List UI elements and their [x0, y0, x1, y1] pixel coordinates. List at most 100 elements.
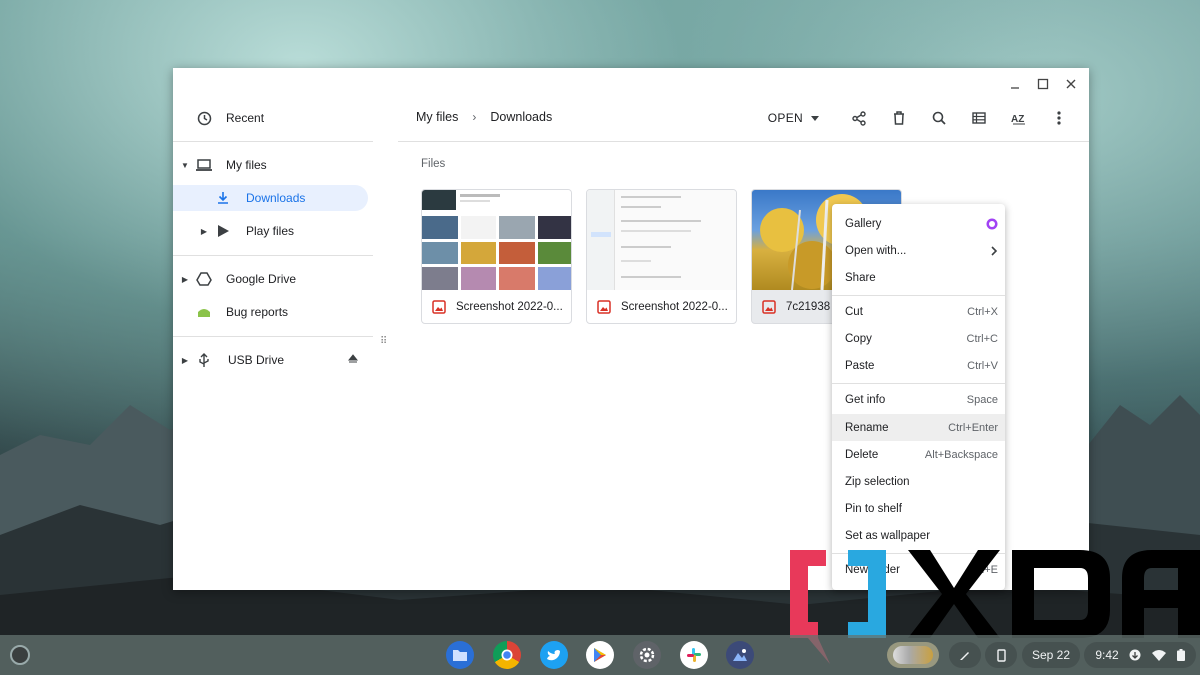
menu-item-pin-to-shelf[interactable]: Pin to shelf: [832, 495, 1005, 522]
shelf-app-play-store[interactable]: [586, 641, 614, 669]
menu-item-zip-selection[interactable]: Zip selection: [832, 468, 1005, 495]
menu-item-label: Open with...: [845, 244, 907, 257]
sidebar: Recent ▼ My files Downloads ▶ Play files: [173, 98, 373, 590]
section-label-files: Files: [421, 158, 446, 170]
shelf-app-chrome[interactable]: [493, 641, 521, 669]
menu-item-shortcut: Space: [966, 393, 998, 406]
file-card[interactable]: Screenshot 2022-0...: [421, 189, 572, 324]
status-tray[interactable]: 9:42: [1084, 642, 1196, 668]
open-label: OPEN: [767, 111, 803, 125]
laptop-icon: [196, 157, 212, 173]
minimize-icon: [1011, 87, 1019, 89]
minimize-button[interactable]: [1005, 74, 1025, 94]
slack-icon: [687, 648, 701, 662]
menu-item-label: Rename: [845, 421, 889, 434]
menu-item-label: Gallery: [845, 217, 882, 230]
chevron-right-icon: ›: [472, 110, 477, 124]
share-button[interactable]: [839, 106, 879, 130]
sidebar-item-label: Google Drive: [226, 272, 297, 286]
phone-hub-button[interactable]: [985, 642, 1017, 668]
window-controls: [1005, 74, 1081, 94]
delete-button[interactable]: [879, 106, 919, 130]
files-icon: [453, 650, 467, 661]
search-button[interactable]: [919, 106, 959, 130]
menu-item-set-as-wallpaper[interactable]: Set as wallpaper: [832, 522, 1005, 549]
sidebar-resize-handle[interactable]: ⠿: [380, 336, 387, 347]
menu-item-get-info[interactable]: Get info Space: [832, 386, 1005, 413]
menu-item-label: Delete: [845, 448, 879, 461]
expand-arrow-icon[interactable]: ▶: [199, 226, 209, 236]
breadcrumb-downloads[interactable]: Downloads: [490, 110, 552, 124]
search-icon: [932, 111, 946, 125]
file-label: Screenshot 2022-0...: [597, 300, 730, 314]
view-toggle-button[interactable]: [959, 106, 999, 130]
svg-text:AZ: AZ: [1011, 114, 1024, 125]
settings-icon: [639, 647, 655, 663]
gallery-icon: [733, 649, 747, 661]
sidebar-item-recent[interactable]: Recent: [173, 105, 368, 131]
more-options-button[interactable]: [1039, 106, 1079, 130]
sidebar-item-bug-reports[interactable]: Bug reports: [173, 299, 368, 325]
launcher-button[interactable]: [10, 645, 30, 665]
close-button[interactable]: [1061, 74, 1081, 94]
menu-item-shortcut: Ctrl+Enter: [948, 421, 998, 434]
menu-item-shortcut: Ctrl+C: [966, 332, 998, 345]
shelf-app-files[interactable]: [446, 641, 474, 669]
eject-icon[interactable]: [347, 353, 359, 367]
menu-item-paste[interactable]: Paste Ctrl+V: [832, 352, 1005, 379]
menu-separator: [832, 383, 1005, 384]
open-button[interactable]: OPEN: [768, 111, 819, 125]
menu-item-open-with[interactable]: Open with...: [832, 237, 1005, 264]
breadcrumb-my-files[interactable]: My files: [416, 110, 458, 124]
gallery-app-icon: [986, 218, 998, 229]
shelf-app-slack[interactable]: [680, 641, 708, 669]
sidebar-item-label: Recent: [226, 111, 265, 125]
expand-arrow-icon[interactable]: ▶: [180, 355, 190, 365]
menu-item-share[interactable]: Share: [832, 264, 1005, 291]
breadcrumb: My files › Downloads: [416, 110, 552, 124]
divider: [173, 255, 373, 256]
pen-icon: [960, 652, 969, 660]
file-thumbnail: [587, 190, 736, 290]
sidebar-item-label: Downloads: [246, 191, 306, 205]
phone-icon: [996, 648, 1006, 662]
holding-space-thumbnails[interactable]: [887, 642, 939, 668]
sidebar-item-label: My files: [226, 158, 267, 172]
date-tray[interactable]: Sep 22: [1022, 642, 1080, 668]
shelf-app-settings[interactable]: [633, 641, 661, 669]
date-label: Sep 22: [1031, 648, 1071, 662]
sidebar-item-downloads[interactable]: Downloads: [173, 185, 368, 211]
expand-arrow-icon[interactable]: ▶: [180, 274, 190, 284]
sidebar-item-my-files[interactable]: ▼ My files: [173, 152, 368, 178]
shelf-app-gallery[interactable]: [726, 641, 754, 669]
twitter-icon: [547, 649, 562, 660]
shelf-app-twitter[interactable]: [540, 641, 568, 669]
menu-item-copy[interactable]: Copy Ctrl+C: [832, 325, 1005, 352]
expand-arrow-icon[interactable]: ▼: [180, 160, 190, 170]
maximize-button[interactable]: [1033, 74, 1053, 94]
context-menu: Gallery Open with... Share Cut Ctrl+X Co…: [832, 204, 1005, 590]
battery-icon: [1176, 649, 1185, 661]
menu-item-cut[interactable]: Cut Ctrl+X: [832, 298, 1005, 325]
sort-button[interactable]: AZ: [999, 106, 1039, 130]
notification-icon: [1129, 649, 1141, 661]
menu-item-label: Zip selection: [845, 475, 910, 488]
stylus-tools-button[interactable]: [949, 642, 981, 668]
list-view-icon: [972, 112, 986, 124]
image-file-icon: [762, 300, 776, 314]
menu-separator: [832, 295, 1005, 296]
sidebar-item-label: Bug reports: [226, 305, 289, 319]
usb-icon: [196, 352, 212, 368]
menu-item-label: Copy: [845, 332, 872, 345]
divider: [173, 336, 373, 337]
sidebar-item-play-files[interactable]: ▶ Play files: [173, 218, 368, 244]
menu-item-rename[interactable]: Rename Ctrl+Enter: [832, 414, 1005, 441]
divider: [173, 141, 373, 142]
menu-item-gallery[interactable]: Gallery: [832, 210, 1005, 237]
share-icon: [852, 110, 866, 126]
google-drive-icon: [196, 271, 212, 287]
sidebar-item-usb-drive[interactable]: ▶ USB Drive: [173, 347, 368, 373]
file-card[interactable]: Screenshot 2022-0...: [586, 189, 737, 324]
sidebar-item-google-drive[interactable]: ▶ Google Drive: [173, 266, 368, 292]
menu-item-delete[interactable]: Delete Alt+Backspace: [832, 441, 1005, 468]
